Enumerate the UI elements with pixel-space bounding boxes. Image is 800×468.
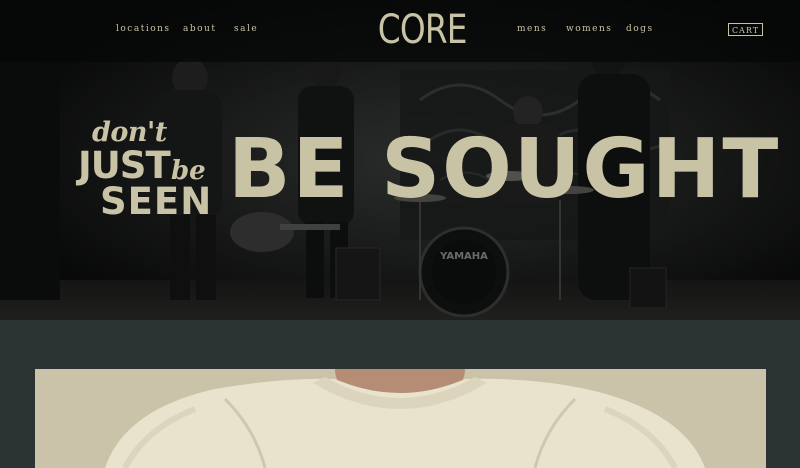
hero-headline-left: don't JUST be SEEN	[78, 118, 218, 230]
headline-be-sought: BE SOUGHT	[228, 122, 781, 217]
page: YAMAHA locations about sale CORE mens wo…	[0, 0, 800, 468]
hero-banner: YAMAHA locations about sale CORE mens wo…	[0, 0, 800, 320]
nav-link-dogs[interactable]: dogs	[626, 24, 654, 34]
nav-link-sale[interactable]: sale	[234, 24, 258, 34]
sweatshirt-model-image	[35, 369, 766, 468]
cart-button[interactable]: CART	[728, 23, 763, 36]
hero-headline-right: BE SOUGHT	[228, 122, 781, 218]
main-nav: locations about sale CORE mens womens do…	[0, 0, 800, 62]
site-logo[interactable]: CORE	[378, 5, 468, 55]
nav-link-womens[interactable]: womens	[566, 24, 612, 34]
nav-link-mens[interactable]: mens	[517, 24, 547, 34]
product-photo[interactable]	[35, 369, 766, 468]
nav-link-locations[interactable]: locations	[116, 24, 171, 34]
nav-link-about[interactable]: about	[183, 24, 216, 34]
headline-seen: SEEN	[100, 180, 213, 223]
